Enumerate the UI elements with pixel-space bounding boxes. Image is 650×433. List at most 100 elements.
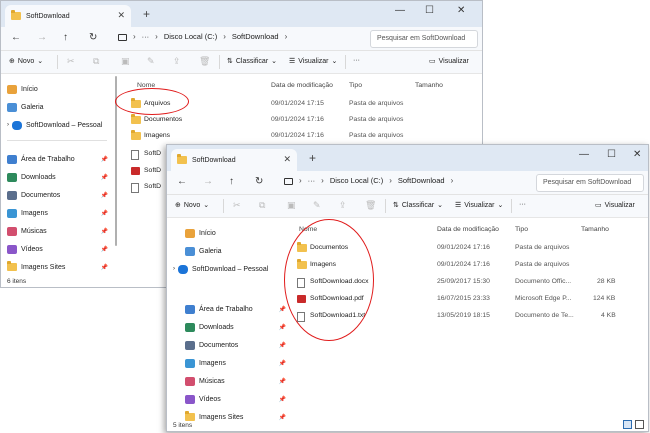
nav-item-downloads[interactable]: Downloads 📌 [185, 320, 290, 334]
pin-icon[interactable]: 📌 [279, 414, 286, 421]
breadcrumb-item[interactable]: Disco Local (C:) [164, 32, 217, 41]
share-icon[interactable]: ⇪ [339, 200, 347, 211]
column-header-size[interactable]: Tamanho [581, 226, 609, 233]
pin-icon[interactable]: 📌 [101, 228, 108, 235]
new-tab-button[interactable]: + [309, 151, 316, 165]
breadcrumb-more-icon[interactable]: ··· [142, 32, 150, 41]
search-input[interactable]: Pesquisar em SoftDownload [370, 30, 478, 48]
cut-icon[interactable]: ✂ [233, 200, 241, 211]
pin-icon[interactable]: 📌 [101, 264, 108, 271]
pin-icon[interactable]: 📌 [101, 174, 108, 181]
nav-item-inicio[interactable]: Início [7, 82, 112, 96]
paste-icon[interactable]: ▣ [121, 56, 130, 67]
pin-icon[interactable]: 📌 [279, 342, 286, 349]
nav-item-videos[interactable]: Vídeos 📌 [185, 392, 290, 406]
view-label: Visualizar [298, 57, 329, 65]
cut-icon[interactable]: ✂ [67, 56, 75, 67]
nav-item-imagens[interactable]: Imagens 📌 [185, 356, 290, 370]
new-tab-button[interactable]: + [143, 7, 150, 21]
more-button[interactable]: ··· [353, 57, 360, 64]
forward-icon[interactable]: → [203, 176, 213, 187]
minimize-button[interactable]: — [395, 5, 405, 16]
view-button[interactable]: ☰ Visualizar ⌄ [455, 201, 503, 210]
delete-icon[interactable]: 🗑 [199, 56, 210, 67]
tiles-view-icon[interactable] [635, 420, 644, 429]
more-button[interactable]: ··· [519, 201, 526, 208]
tab-softdownload[interactable]: SoftDownload ✕ [171, 149, 297, 171]
nav-item-desktop[interactable]: Área de Trabalho 📌 [7, 152, 112, 166]
pin-icon[interactable]: 📌 [279, 306, 286, 313]
breadcrumb-item[interactable]: SoftDownload [398, 176, 445, 185]
nav-item-imagens-sites[interactable]: Imagens Sites 📌 [7, 260, 112, 274]
nav-item-desktop[interactable]: Área de Trabalho 📌 [185, 302, 290, 316]
maximize-button[interactable]: ☐ [425, 5, 434, 16]
share-icon[interactable]: ⇪ [173, 56, 181, 67]
close-window-button[interactable]: ✕ [457, 5, 465, 16]
view-button[interactable]: ☰ Visualizar ⌄ [289, 57, 337, 66]
copy-icon[interactable]: ⧉ [259, 200, 265, 211]
close-tab-icon[interactable]: ✕ [117, 10, 125, 21]
column-header-type[interactable]: Tipo [349, 82, 362, 89]
paste-icon[interactable]: ▣ [287, 200, 296, 211]
nav-item-documentos[interactable]: Documentos 📌 [7, 188, 112, 202]
table-row[interactable]: Imagens 09/01/2024 17:16 Pasta de arquiv… [125, 128, 482, 144]
details-pane-button[interactable]: ▭ Visualizar [429, 57, 469, 66]
breadcrumb-item[interactable]: Disco Local (C:) [330, 176, 383, 185]
file-name: SoftD [144, 150, 161, 157]
refresh-icon[interactable]: ↻ [89, 32, 97, 43]
back-icon[interactable]: ← [177, 176, 187, 187]
nav-item-musicas[interactable]: Músicas 📌 [7, 224, 112, 238]
pin-icon[interactable]: 📌 [279, 396, 286, 403]
pin-icon[interactable]: 📌 [279, 378, 286, 385]
sort-button[interactable]: ⇅ Classificar ⌄ [393, 201, 443, 210]
pin-icon[interactable]: 📌 [279, 324, 286, 331]
nav-item-downloads[interactable]: Downloads 📌 [7, 170, 112, 184]
nav-item-onedrive[interactable]: › SoftDownload – Pessoal [7, 118, 112, 132]
new-button[interactable]: ⊕ Novo ⌄ [175, 201, 209, 210]
up-icon[interactable]: ↑ [229, 176, 234, 187]
search-input[interactable]: Pesquisar em SoftDownload [536, 174, 644, 192]
close-window-button[interactable]: ✕ [633, 149, 641, 160]
navigation-pane: Início Galeria › SoftDownload – Pessoal Á… [167, 218, 286, 421]
rename-icon[interactable]: ✎ [313, 200, 321, 211]
rename-icon[interactable]: ✎ [147, 56, 155, 67]
column-header-date[interactable]: Data de modificação [271, 82, 333, 89]
back-icon[interactable]: ← [11, 32, 21, 43]
new-button[interactable]: ⊕ Novo ⌄ [9, 57, 43, 66]
pin-icon[interactable]: 📌 [279, 360, 286, 367]
pin-icon[interactable]: 📌 [101, 246, 108, 253]
refresh-icon[interactable]: ↻ [255, 176, 263, 187]
nav-item-inicio[interactable]: Início [185, 226, 290, 240]
nav-item-documentos[interactable]: Documentos 📌 [185, 338, 290, 352]
nav-item-imagens-sites[interactable]: Imagens Sites 📌 [185, 410, 290, 424]
breadcrumb-item[interactable]: SoftDownload [232, 32, 279, 41]
forward-icon[interactable]: → [37, 32, 47, 43]
sort-button[interactable]: ⇅ Classificar ⌄ [227, 57, 277, 66]
nav-item-onedrive[interactable]: › SoftDownload – Pessoal [173, 262, 278, 276]
nav-item-galeria[interactable]: Galeria [7, 100, 112, 114]
pin-icon[interactable]: 📌 [101, 156, 108, 163]
pin-icon[interactable]: 📌 [101, 192, 108, 199]
copy-icon[interactable]: ⧉ [93, 56, 99, 67]
delete-icon[interactable]: 🗑 [365, 200, 376, 211]
details-pane-button[interactable]: ▭ Visualizar [595, 201, 635, 210]
details-view-icon[interactable] [623, 420, 632, 429]
file-date: 16/07/2015 23:33 [437, 295, 490, 302]
folder-icon [11, 10, 21, 20]
up-icon[interactable]: ↑ [63, 32, 68, 43]
minimize-button[interactable]: — [579, 149, 589, 160]
nav-item-musicas[interactable]: Músicas 📌 [185, 374, 290, 388]
maximize-button[interactable]: ☐ [607, 149, 616, 160]
nav-item-imagens[interactable]: Imagens 📌 [7, 206, 112, 220]
nav-item-videos[interactable]: Vídeos 📌 [7, 242, 112, 256]
nav-item-galeria[interactable]: Galeria [185, 244, 290, 258]
chevron-right-icon: › [133, 32, 136, 41]
column-header-size[interactable]: Tamanho [415, 82, 443, 89]
column-header-date[interactable]: Data de modificação [437, 226, 499, 233]
column-header-type[interactable]: Tipo [515, 226, 528, 233]
close-tab-icon[interactable]: ✕ [283, 154, 291, 165]
pin-icon[interactable]: 📌 [101, 210, 108, 217]
breadcrumb-more-icon[interactable]: ··· [308, 176, 316, 185]
table-row[interactable]: Documentos 09/01/2024 17:16 Pasta de arq… [125, 112, 482, 128]
tab-softdownload[interactable]: SoftDownload ✕ [5, 5, 131, 27]
